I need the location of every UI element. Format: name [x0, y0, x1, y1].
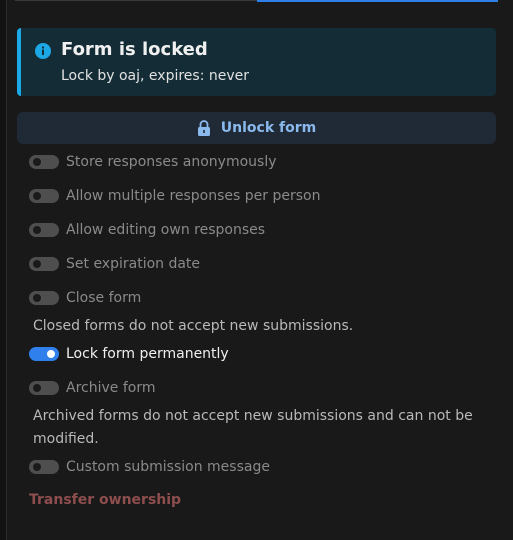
option-custom-message: Custom submission message	[29, 457, 270, 477]
anonymous-label: Store responses anonymously	[66, 154, 277, 170]
close-form-label: Close form	[66, 290, 142, 306]
multiple-responses-toggle[interactable]	[29, 189, 59, 203]
toggle-knob	[33, 384, 41, 392]
transfer-ownership-link[interactable]: Transfer ownership	[29, 492, 181, 508]
option-multiple-responses: Allow multiple responses per person	[29, 186, 320, 206]
option-archive-form: Archive form	[29, 378, 155, 398]
lock-form-label: Lock form permanently	[66, 346, 229, 362]
toggle-knob	[33, 192, 41, 200]
custom-message-toggle[interactable]	[29, 460, 59, 474]
lock-form-toggle[interactable]	[29, 347, 59, 361]
tab-inactive-indicator[interactable]	[15, 0, 257, 1]
archive-form-toggle[interactable]	[29, 381, 59, 395]
toggle-knob	[33, 226, 41, 234]
tab-active-indicator[interactable]	[257, 0, 498, 2]
toggle-knob	[33, 260, 41, 268]
allow-editing-toggle[interactable]	[29, 223, 59, 237]
info-icon	[35, 43, 51, 59]
custom-message-label: Custom submission message	[66, 459, 270, 475]
close-form-hint: Closed forms do not accept new submissio…	[33, 318, 354, 334]
lock-icon	[197, 120, 211, 136]
close-form-toggle[interactable]	[29, 291, 59, 305]
unlock-form-label: Unlock form	[220, 120, 317, 136]
archive-form-label: Archive form	[66, 380, 156, 396]
option-allow-editing: Allow editing own responses	[29, 220, 265, 240]
option-close-form: Close form	[29, 288, 141, 308]
toggle-knob	[47, 350, 55, 358]
multiple-responses-label: Allow multiple responses per person	[66, 188, 321, 204]
option-store-anonymously: Store responses anonymously	[29, 152, 277, 172]
expiration-toggle[interactable]	[29, 257, 59, 271]
notice-title: Form is locked	[61, 39, 208, 60]
toggle-knob	[33, 294, 41, 302]
toggle-knob	[33, 463, 41, 471]
locked-notice: Form is locked Lock by oaj, expires: nev…	[17, 28, 496, 96]
tab-bar	[15, 0, 498, 2]
notice-text: Lock by oaj, expires: never	[61, 68, 250, 84]
unlock-form-button[interactable]: Unlock form	[17, 112, 496, 144]
option-lock-form: Lock form permanently	[29, 344, 229, 364]
toggle-knob	[33, 158, 41, 166]
archive-form-hint: Archived forms do not accept new submiss…	[33, 408, 473, 447]
anonymous-toggle[interactable]	[29, 155, 59, 169]
expiration-label: Set expiration date	[66, 256, 201, 272]
allow-editing-label: Allow editing own responses	[66, 222, 266, 238]
option-expiration-date: Set expiration date	[29, 254, 200, 274]
